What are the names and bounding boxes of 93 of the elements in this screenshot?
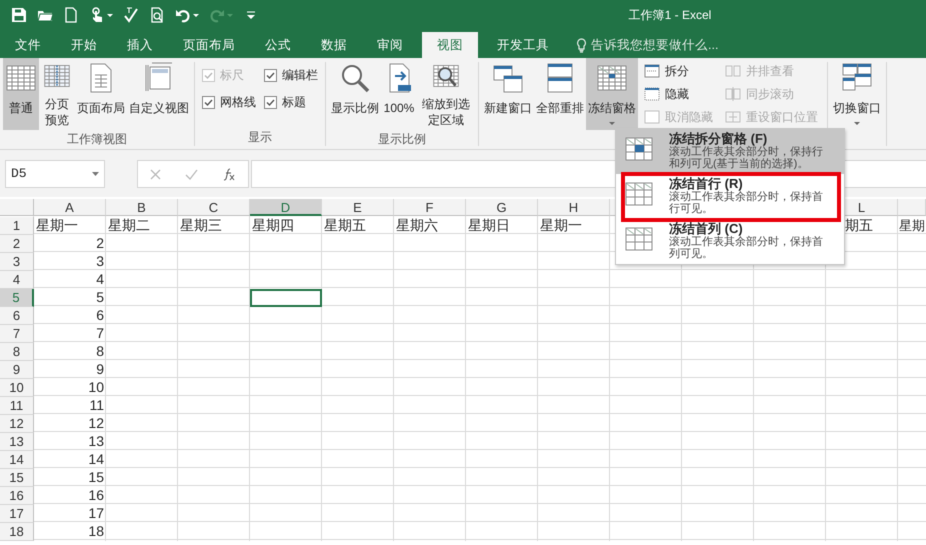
ribbon-button[interactable]: 全部重排: [534, 58, 586, 130]
table-cell: 星期: [898, 217, 926, 235]
ribbon-button[interactable]: 缩放到选定区域: [417, 58, 475, 130]
table-cell-text: 期五: [844, 217, 874, 235]
ribbon-button[interactable]: 新建窗口: [482, 58, 534, 130]
ribbon-button[interactable]: 拆分: [642, 60, 715, 81]
ribbon-tab[interactable]: 数据: [306, 32, 362, 58]
menu-item-title: 冻结拆分窗格 (F): [669, 132, 768, 146]
row-header[interactable]: 5: [0, 289, 34, 307]
row-header[interactable]: 10: [0, 379, 34, 397]
table-cell-text: 18: [87, 523, 105, 541]
table-cell-text: 15: [87, 469, 105, 487]
menu-item-title: 冻结首列 (C): [669, 222, 744, 236]
row-header[interactable]: 8: [0, 343, 34, 361]
table-cell-text: 星期一: [539, 217, 583, 235]
ribbon-tab[interactable]: 开始: [56, 32, 112, 58]
ribbon-tab[interactable]: 审阅: [362, 32, 418, 58]
group-label: 工作簿视图: [67, 132, 127, 146]
menu-item[interactable]: 冻结拆分窗格 (F) 滚动工作表其余部分时，保持行和列可见(基于当前的选择)。: [616, 129, 844, 174]
row-header[interactable]: 13: [0, 433, 34, 451]
checkbox-label: 标尺: [220, 67, 244, 84]
ribbon-button[interactable]: 切换窗口: [831, 58, 883, 130]
ribbon-button[interactable]: 页面布局: [75, 58, 127, 130]
column-header[interactable]: F: [394, 199, 466, 216]
table-cell-text: 星期三: [179, 217, 223, 235]
menu-item-description: 滚动工作表其余部分时，保持首列可见。: [669, 236, 824, 260]
table-cell-text: 3: [95, 253, 105, 271]
row-header[interactable]: 1: [0, 217, 34, 235]
ribbon-button[interactable]: 分页预览: [39, 58, 75, 130]
ribbon-button[interactable]: 冻结窗格: [586, 58, 638, 130]
table-cell-text: 7: [95, 325, 105, 343]
table-cell-text: 星期二: [107, 217, 151, 235]
checkbox-label: 网格线: [220, 94, 256, 111]
table-cell-text: 4: [95, 271, 105, 289]
column-header[interactable]: C: [178, 199, 250, 216]
table-cell-text: 星期六: [395, 217, 439, 235]
checkbox-label: 编辑栏: [282, 67, 318, 84]
ribbon-tab[interactable]: 开发工具: [482, 32, 564, 58]
row-header[interactable]: 6: [0, 307, 34, 325]
row-header[interactable]: 4: [0, 271, 34, 289]
row-header[interactable]: 3: [0, 253, 34, 271]
table-cell-text: 11: [88, 397, 105, 415]
table-cell-text: 星期一: [35, 217, 79, 235]
row-header[interactable]: 15: [0, 469, 34, 487]
ribbon-tab[interactable]: 公式: [250, 32, 306, 58]
table-cell-text: 14: [87, 451, 105, 469]
row-header[interactable]: 11: [0, 397, 34, 415]
row-header[interactable]: 2: [0, 235, 34, 253]
table-cell-text: 星期五: [323, 217, 367, 235]
ribbon-tab[interactable]: 视图: [422, 32, 478, 58]
table-cell-text: 9: [95, 361, 105, 379]
row-header[interactable]: 14: [0, 451, 34, 469]
table-cell-text: 16: [87, 487, 105, 505]
table-cell-text: 13: [87, 433, 105, 451]
tell-me-search[interactable]: 告诉我您想要做什么...: [591, 32, 718, 58]
column-header[interactable]: E: [322, 199, 394, 216]
table-cell-text: 10: [87, 379, 105, 397]
ribbon-tab[interactable]: 文件: [0, 32, 56, 58]
ribbon-button[interactable]: 显示比例: [329, 58, 381, 130]
menu-item[interactable]: 冻结首列 (C) 滚动工作表其余部分时，保持首列可见。: [616, 219, 844, 264]
table-cell-text: 6: [95, 307, 105, 325]
ribbon-button[interactable]: 隐藏: [642, 83, 715, 104]
menu-item-description: 滚动工作表其余部分时，保持行和列可见(基于当前的选择)。: [669, 146, 824, 170]
table-cell-text: 星期日: [467, 217, 511, 235]
column-header[interactable]: G: [466, 199, 538, 216]
menu-item-description: 滚动工作表其余部分时，保持首行可见。: [669, 191, 824, 215]
ribbon-button[interactable]: 自定义视图: [127, 58, 191, 130]
row-header[interactable]: 17: [0, 505, 34, 523]
ribbon-button[interactable]: 普通: [3, 58, 39, 130]
row-header[interactable]: 16: [0, 487, 34, 505]
table-cell-text: 12: [87, 415, 105, 433]
table-cell-text: 17: [87, 505, 105, 523]
checkbox-label: 标题: [282, 94, 306, 111]
window-title: 工作簿1 - Excel: [628, 8, 712, 22]
row-header[interactable]: 18: [0, 523, 34, 541]
ribbon-button[interactable]: 100%: [381, 58, 417, 130]
ribbon-tab[interactable]: 插入: [112, 32, 168, 58]
ribbon-tab[interactable]: 页面布局: [168, 32, 250, 58]
row-header[interactable]: 9: [0, 361, 34, 379]
row-header[interactable]: 12: [0, 415, 34, 433]
group-label: 显示比例: [378, 132, 426, 146]
column-header[interactable]: B: [106, 199, 178, 216]
column-header[interactable]: H: [538, 199, 610, 216]
column-header[interactable]: D: [250, 199, 322, 216]
table-cell-text: 5: [95, 289, 105, 307]
group-label: 显示: [248, 130, 272, 144]
table-cell-text: 8: [95, 343, 105, 361]
row-header[interactable]: 7: [0, 325, 34, 343]
name-box[interactable]: D5: [5, 160, 105, 188]
table-cell-text: 星期四: [251, 217, 295, 235]
table-cell-text: 2: [95, 235, 105, 253]
column-header[interactable]: A: [34, 199, 106, 216]
menu-item-title: 冻结首行 (R): [669, 177, 744, 191]
